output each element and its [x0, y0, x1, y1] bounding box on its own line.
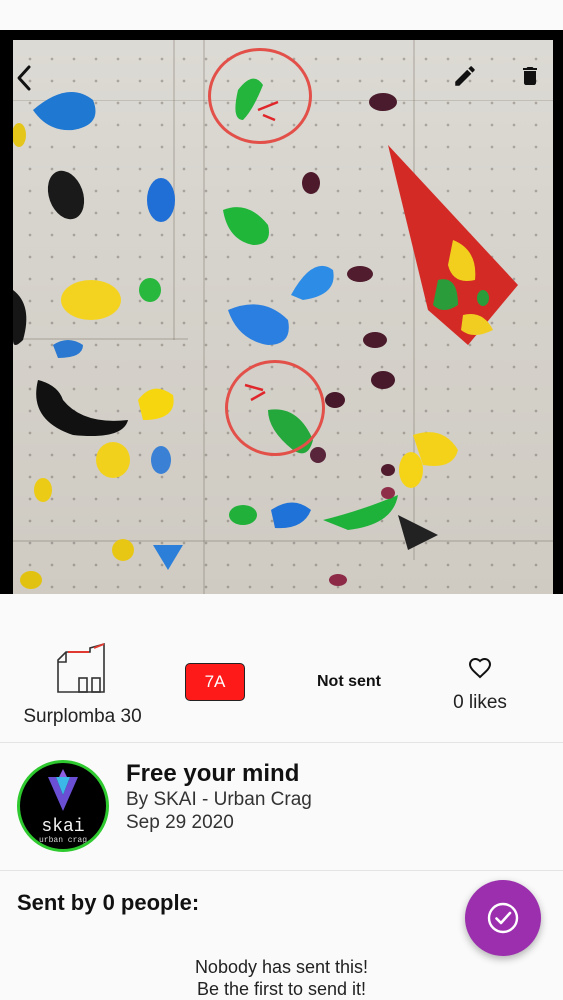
skai-logo-icon: skai urban crag: [39, 769, 87, 845]
back-button[interactable]: [4, 58, 44, 98]
mark-sent-button[interactable]: [465, 880, 541, 956]
svg-text:urban crag: urban crag: [39, 836, 87, 845]
route-title: Free your mind: [126, 760, 300, 787]
chevron-left-icon: [17, 65, 31, 91]
empty-sends-message: Nobody has sent this! Be the first to se…: [0, 956, 563, 1000]
route-date: Sep 29 2020: [126, 812, 234, 833]
like-button[interactable]: [460, 652, 500, 684]
route-photo: [0, 30, 563, 594]
climbing-wall-image: [13, 40, 553, 594]
wall-name: Surplomba 30: [23, 706, 142, 727]
setter-avatar[interactable]: skai urban crag: [17, 760, 109, 852]
pencil-icon: [455, 66, 475, 86]
route-detail-screen: Surplomba 30 7A Not sent 0 likes skai ur…: [0, 0, 563, 1000]
empty-line-2: Be the first to send it!: [196, 979, 367, 999]
check-circle-icon: [487, 902, 519, 934]
wall-outline-icon: [57, 642, 105, 693]
sends-heading: Sent by 0 people:: [17, 890, 200, 915]
route-author[interactable]: By SKAI - Urban Crag: [126, 789, 312, 811]
edit-button[interactable]: [445, 56, 485, 96]
grade-badge: 7A: [185, 663, 245, 701]
empty-line-1: Nobody has sent this!: [194, 957, 369, 977]
svg-text:skai: skai: [41, 817, 84, 837]
sent-status: Not sent: [317, 673, 381, 690]
delete-button[interactable]: [510, 56, 550, 96]
trash-icon: [523, 67, 537, 85]
likes-count: 0 likes: [453, 692, 507, 713]
heart-outline-icon: [468, 657, 492, 679]
